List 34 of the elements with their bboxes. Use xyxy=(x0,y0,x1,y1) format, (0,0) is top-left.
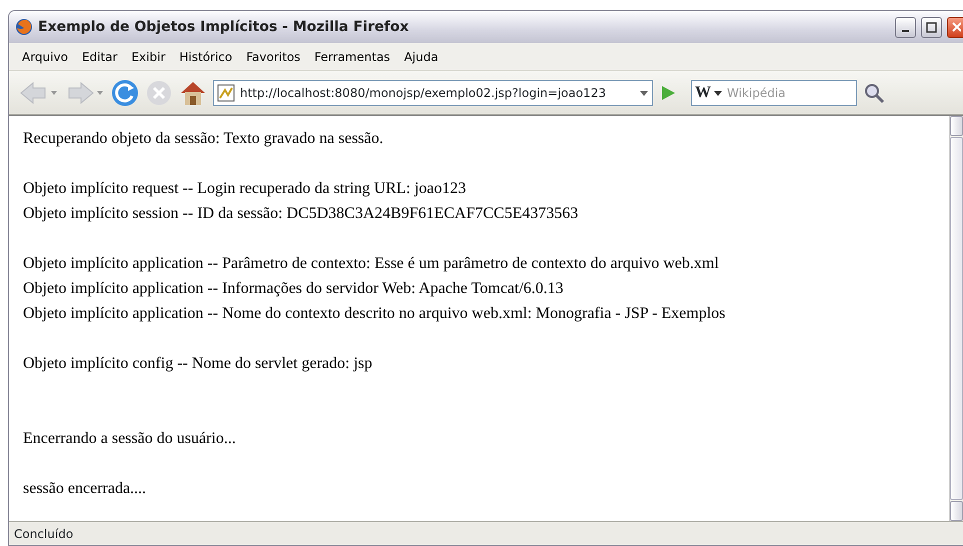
menu-item[interactable]: Arquivo xyxy=(15,48,75,66)
menu-item[interactable]: Exibir xyxy=(124,48,172,66)
close-icon xyxy=(950,21,960,33)
page-text: Objeto implícito request -- Login recuperado da string URL: joao123 xyxy=(23,179,467,199)
reload-icon[interactable] xyxy=(111,78,139,106)
minimize-icon xyxy=(902,30,909,32)
caret-icon[interactable] xyxy=(714,88,722,96)
page-text: Encerrando a sessão do usuário... xyxy=(23,429,237,449)
page-icon xyxy=(217,84,235,102)
maximize-icon xyxy=(926,22,937,32)
window-title: Exemplo de Objetos Implícitos - Mozilla Firefox xyxy=(38,19,410,35)
scrollbar[interactable] xyxy=(949,116,963,521)
page-text: Objeto implícito config -- Nome do servlet gerado: jsp xyxy=(23,354,374,374)
page-text: Recuperando objeto da sessão: Texto gravado na sessão. xyxy=(23,129,384,149)
menu-item[interactable]: Editar xyxy=(74,48,124,66)
page-text: Objeto implícito application -- Parâmetro de contexto: Esse é um parâmetro de contexto do arquivo web.xml xyxy=(23,254,720,274)
maximize-button[interactable] xyxy=(921,16,942,38)
menu-item[interactable]: Histórico xyxy=(172,48,240,66)
firefox-icon xyxy=(15,18,33,36)
page-text: Objeto implícito session -- ID da sessão: DC5D38C3A24B9F61ECAF7CC5E4373563 xyxy=(23,204,580,224)
search-icon[interactable] xyxy=(863,82,885,104)
status-text: Concluído xyxy=(14,526,74,540)
search-engine-button[interactable]: W xyxy=(695,84,711,102)
close-button[interactable] xyxy=(947,16,963,38)
search-box[interactable]: W Wikipédia xyxy=(691,80,857,106)
page-text: sessão encerrada.... xyxy=(23,479,148,499)
menu-item[interactable]: Ferramentas xyxy=(307,48,398,66)
minimize-button[interactable] xyxy=(895,16,916,38)
menu-item[interactable]: Ajuda xyxy=(397,48,446,66)
menu-item[interactable]: Favoritos xyxy=(239,48,308,66)
page-text: Objeto implícito application -- Informações do servidor Web: Apache Tomcat/6.0.13 xyxy=(23,279,564,299)
url-text: http://localhost:8080/monojsp/exemplo02.jsp?login=joao123 xyxy=(240,86,607,100)
page-text: Objeto implícito application -- Nome do contexto descrito no arquivo web.xml: Monografia - JSP - Exemplos xyxy=(23,304,726,324)
address-field[interactable]: http://localhost:8080/monojsp/exemplo02.jsp?login=joao123 xyxy=(213,80,653,106)
